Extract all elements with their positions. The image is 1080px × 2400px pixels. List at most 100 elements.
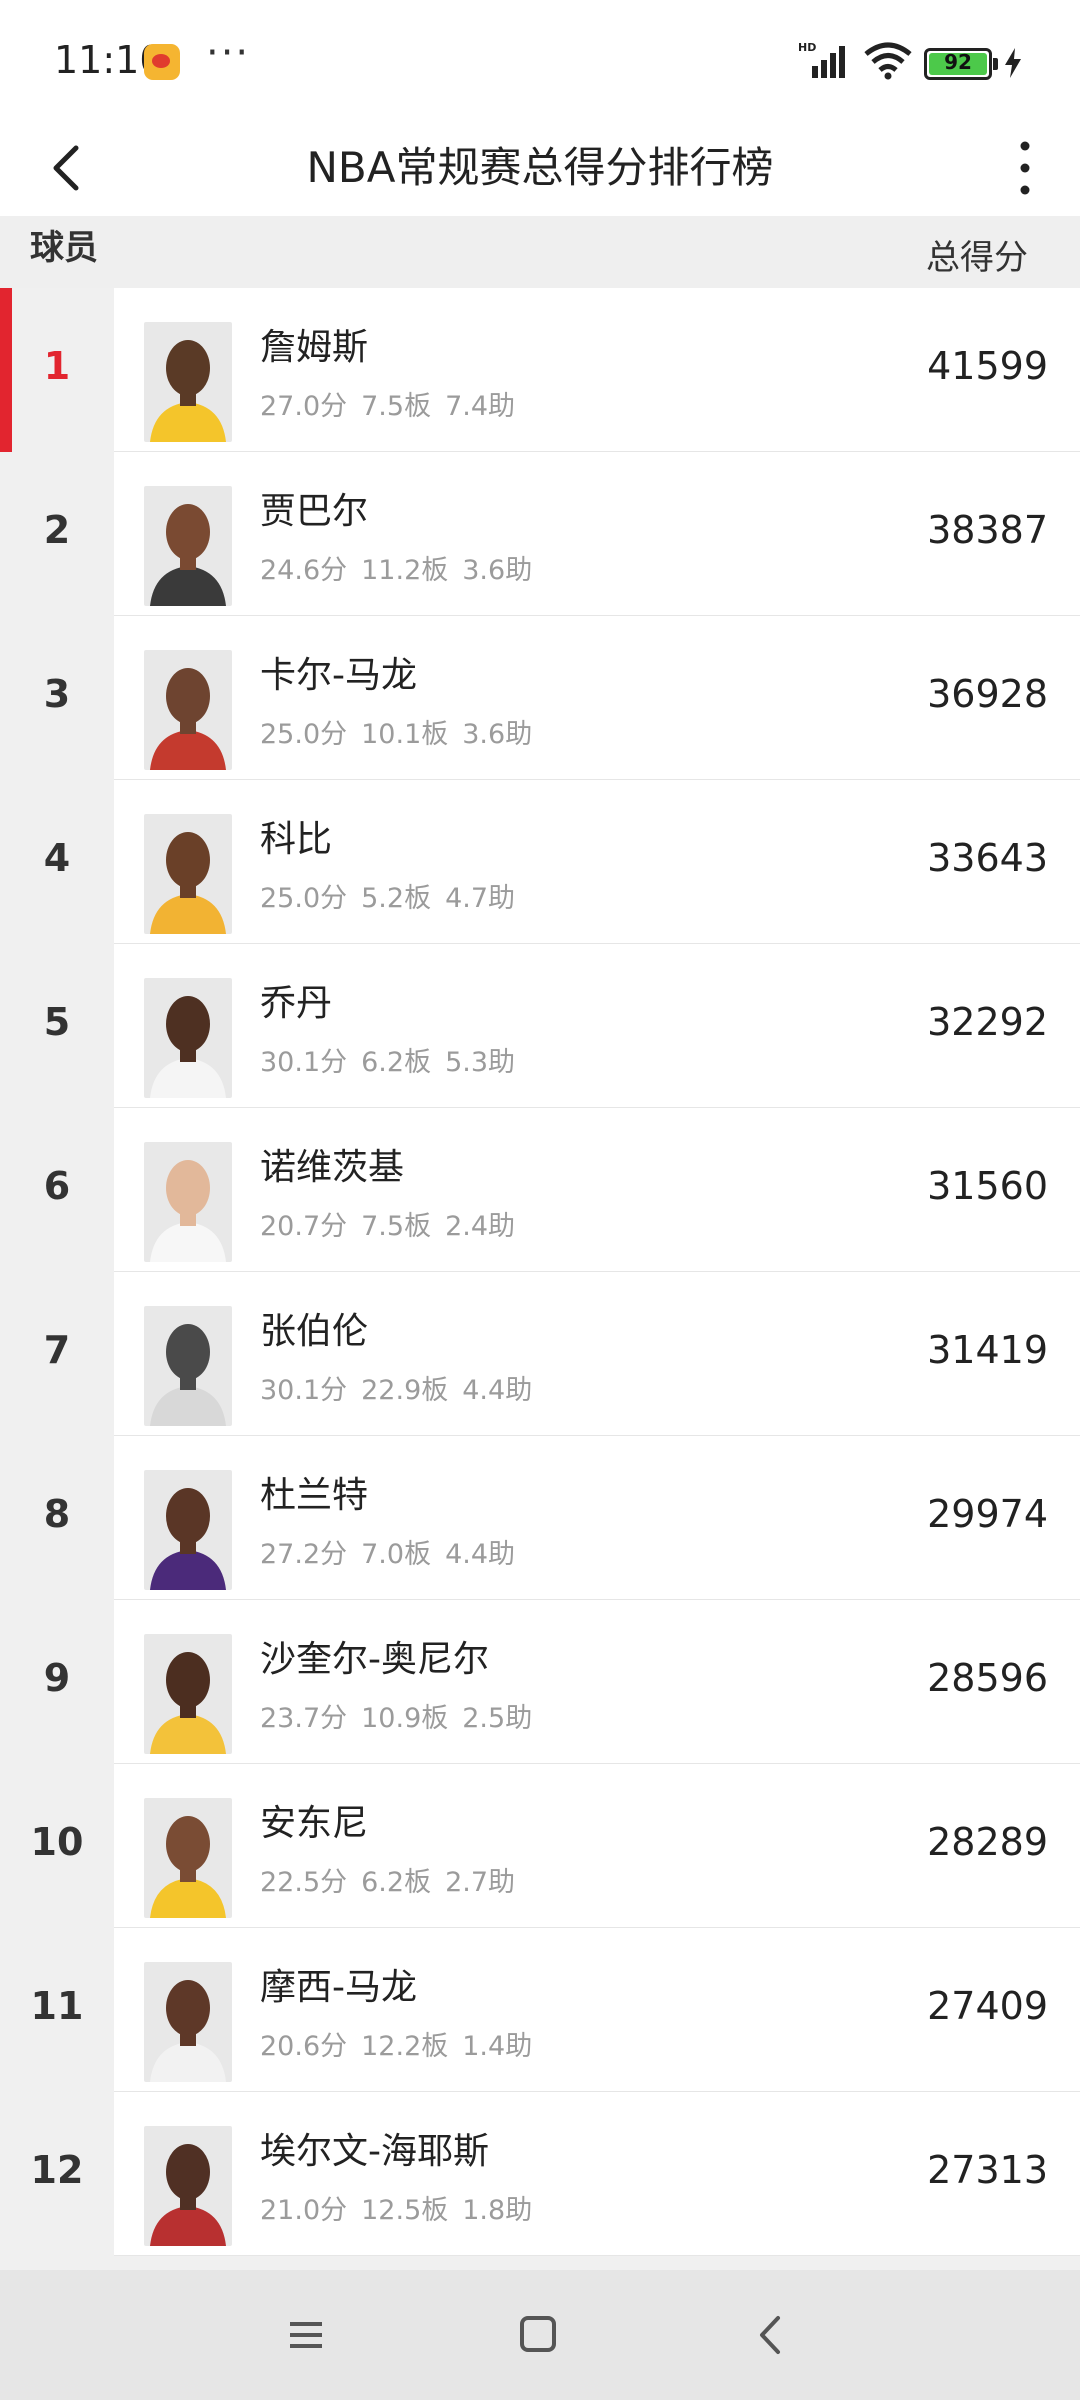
page-title: NBA常规赛总得分排行榜 xyxy=(306,143,774,192)
rank-number: 11 xyxy=(30,1984,84,2028)
player-stats: 24.6分 11.2板 3.6助 xyxy=(260,548,546,587)
player-stats: 22.5分 6.2板 2.7助 xyxy=(260,1860,529,1899)
rank-cell: 3 xyxy=(0,616,114,780)
ranking-row[interactable]: 4 科比 25.0分 5.2板 4.7助 33643 xyxy=(0,780,1080,944)
rank-cell: 11 xyxy=(0,1928,114,2092)
nav-header: NBA常规赛总得分排行榜 xyxy=(0,120,1080,216)
points-per-game: 21.0分 xyxy=(260,2195,348,2226)
ranking-row[interactable]: 1 詹姆斯 27.0分 7.5板 7.4助 41599 xyxy=(0,288,1080,452)
ranking-row[interactable]: 10 安东尼 22.5分 6.2板 2.7助 28289 xyxy=(0,1764,1080,1928)
ranking-row[interactable]: 12 埃尔文-海耶斯 21.0分 12.5板 1.8助 27313 xyxy=(0,2092,1080,2256)
player-stats: 21.0分 12.5板 1.8助 xyxy=(260,2188,546,2227)
player-cell[interactable]: 张伯伦 30.1分 22.9板 4.4助 31419 xyxy=(114,1272,1080,1436)
rank-cell: 6 xyxy=(0,1108,114,1272)
player-cell[interactable]: 贾巴尔 24.6分 11.2板 3.6助 38387 xyxy=(114,452,1080,616)
more-vertical-icon[interactable] xyxy=(1000,130,1050,206)
rank-cell: 2 xyxy=(0,452,114,616)
player-avatar xyxy=(144,1470,232,1590)
points-per-game: 23.7分 xyxy=(260,1703,348,1734)
player-name: 杜兰特 xyxy=(260,1475,369,1516)
points-per-game: 20.7分 xyxy=(260,1211,348,1242)
ranking-row[interactable]: 9 沙奎尔-奥尼尔 23.7分 10.9板 2.5助 28596 xyxy=(0,1600,1080,1764)
points-per-game: 22.5分 xyxy=(260,1867,348,1898)
assists-per-game: 1.8助 xyxy=(462,2195,533,2226)
player-avatar xyxy=(144,322,232,442)
wifi-icon xyxy=(864,42,912,80)
svg-text:HD: HD xyxy=(798,41,816,54)
total-points: 33643 xyxy=(927,836,1048,880)
total-points: 27313 xyxy=(927,2148,1048,2192)
assists-per-game: 1.4助 xyxy=(462,2031,533,2062)
battery-level: 92 xyxy=(944,50,972,74)
bottom-nav xyxy=(0,2270,1080,2400)
total-points: 29974 xyxy=(927,1492,1048,1536)
ranking-row[interactable]: 7 张伯伦 30.1分 22.9板 4.4助 31419 xyxy=(0,1272,1080,1436)
points-per-game: 24.6分 xyxy=(260,555,348,586)
ranking-row[interactable]: 11 摩西-马龙 20.6分 12.2板 1.4助 27409 xyxy=(0,1928,1080,2092)
assists-per-game: 4.7助 xyxy=(445,883,516,914)
rebounds-per-game: 7.0板 xyxy=(361,1539,432,1570)
rebounds-per-game: 12.5板 xyxy=(361,2195,449,2226)
player-cell[interactable]: 诺维茨基 20.7分 7.5板 2.4助 31560 xyxy=(114,1108,1080,1272)
rebounds-per-game: 7.5板 xyxy=(361,1211,432,1242)
points-per-game: 30.1分 xyxy=(260,1375,348,1406)
points-per-game: 30.1分 xyxy=(260,1047,348,1078)
back-triangle-icon[interactable] xyxy=(744,2310,800,2360)
player-cell[interactable]: 摩西-马龙 20.6分 12.2板 1.4助 27409 xyxy=(114,1928,1080,2092)
rank-cell: 5 xyxy=(0,944,114,1108)
player-avatar xyxy=(144,1962,232,2082)
home-square-icon[interactable] xyxy=(510,2310,566,2360)
menu-icon[interactable] xyxy=(278,2310,334,2360)
total-points: 31560 xyxy=(927,1164,1048,1208)
rebounds-per-game: 22.9板 xyxy=(361,1375,449,1406)
total-points: 41599 xyxy=(927,344,1048,388)
points-per-game: 27.0分 xyxy=(260,391,348,422)
player-cell[interactable]: 埃尔文-海耶斯 21.0分 12.5板 1.8助 27313 xyxy=(114,2092,1080,2256)
assists-per-game: 2.7助 xyxy=(445,1867,516,1898)
total-points: 38387 xyxy=(927,508,1048,552)
ranking-row[interactable]: 5 乔丹 30.1分 6.2板 5.3助 32292 xyxy=(0,944,1080,1108)
rank-number: 4 xyxy=(43,836,71,880)
player-avatar xyxy=(144,1798,232,1918)
assists-per-game: 2.5助 xyxy=(462,1703,533,1734)
rank-number: 7 xyxy=(43,1328,71,1372)
player-cell[interactable]: 安东尼 22.5分 6.2板 2.7助 28289 xyxy=(114,1764,1080,1928)
battery-cap xyxy=(993,58,998,70)
rank-number: 2 xyxy=(43,508,71,552)
points-per-game: 25.0分 xyxy=(260,883,348,914)
total-points: 27409 xyxy=(927,1984,1048,2028)
player-cell[interactable]: 科比 25.0分 5.2板 4.7助 33643 xyxy=(114,780,1080,944)
rank-number: 3 xyxy=(43,672,71,716)
player-stats: 23.7分 10.9板 2.5助 xyxy=(260,1696,546,1735)
player-stats: 27.2分 7.0板 4.4助 xyxy=(260,1532,529,1571)
player-stats: 20.7分 7.5板 2.4助 xyxy=(260,1204,529,1243)
player-cell[interactable]: 杜兰特 27.2分 7.0板 4.4助 29974 xyxy=(114,1436,1080,1600)
player-name: 贾巴尔 xyxy=(260,491,369,532)
player-name: 张伯伦 xyxy=(260,1311,369,1352)
more-dots-icon: ··· xyxy=(206,30,251,76)
ranking-row[interactable]: 3 卡尔-马龙 25.0分 10.1板 3.6助 36928 xyxy=(0,616,1080,780)
player-stats: 27.0分 7.5板 7.4助 xyxy=(260,384,529,423)
player-cell[interactable]: 沙奎尔-奥尼尔 23.7分 10.9板 2.5助 28596 xyxy=(114,1600,1080,1764)
assists-per-game: 4.4助 xyxy=(462,1375,533,1406)
rank-number: 1 xyxy=(43,344,71,388)
player-cell[interactable]: 詹姆斯 27.0分 7.5板 7.4助 41599 xyxy=(114,288,1080,452)
player-avatar xyxy=(144,2126,232,2246)
charging-icon xyxy=(1005,48,1021,78)
assists-per-game: 5.3助 xyxy=(445,1047,516,1078)
player-cell[interactable]: 卡尔-马龙 25.0分 10.1板 3.6助 36928 xyxy=(114,616,1080,780)
rank-cell: 7 xyxy=(0,1272,114,1436)
ranking-row[interactable]: 2 贾巴尔 24.6分 11.2板 3.6助 38387 xyxy=(0,452,1080,616)
player-name: 科比 xyxy=(260,819,333,860)
ranking-row[interactable]: 8 杜兰特 27.2分 7.0板 4.4助 29974 xyxy=(0,1436,1080,1600)
status-bar: 11:10 ··· HD 92 xyxy=(0,0,1080,120)
total-points: 31419 xyxy=(927,1328,1048,1372)
weibo-icon xyxy=(144,44,180,80)
ranking-row[interactable]: 6 诺维茨基 20.7分 7.5板 2.4助 31560 xyxy=(0,1108,1080,1272)
assists-per-game: 4.4助 xyxy=(445,1539,516,1570)
player-stats: 20.6分 12.2板 1.4助 xyxy=(260,2024,546,2063)
rank-cell: 1 xyxy=(0,288,114,452)
rebounds-per-game: 11.2板 xyxy=(361,555,449,586)
player-cell[interactable]: 乔丹 30.1分 6.2板 5.3助 32292 xyxy=(114,944,1080,1108)
rebounds-per-game: 12.2板 xyxy=(361,2031,449,2062)
